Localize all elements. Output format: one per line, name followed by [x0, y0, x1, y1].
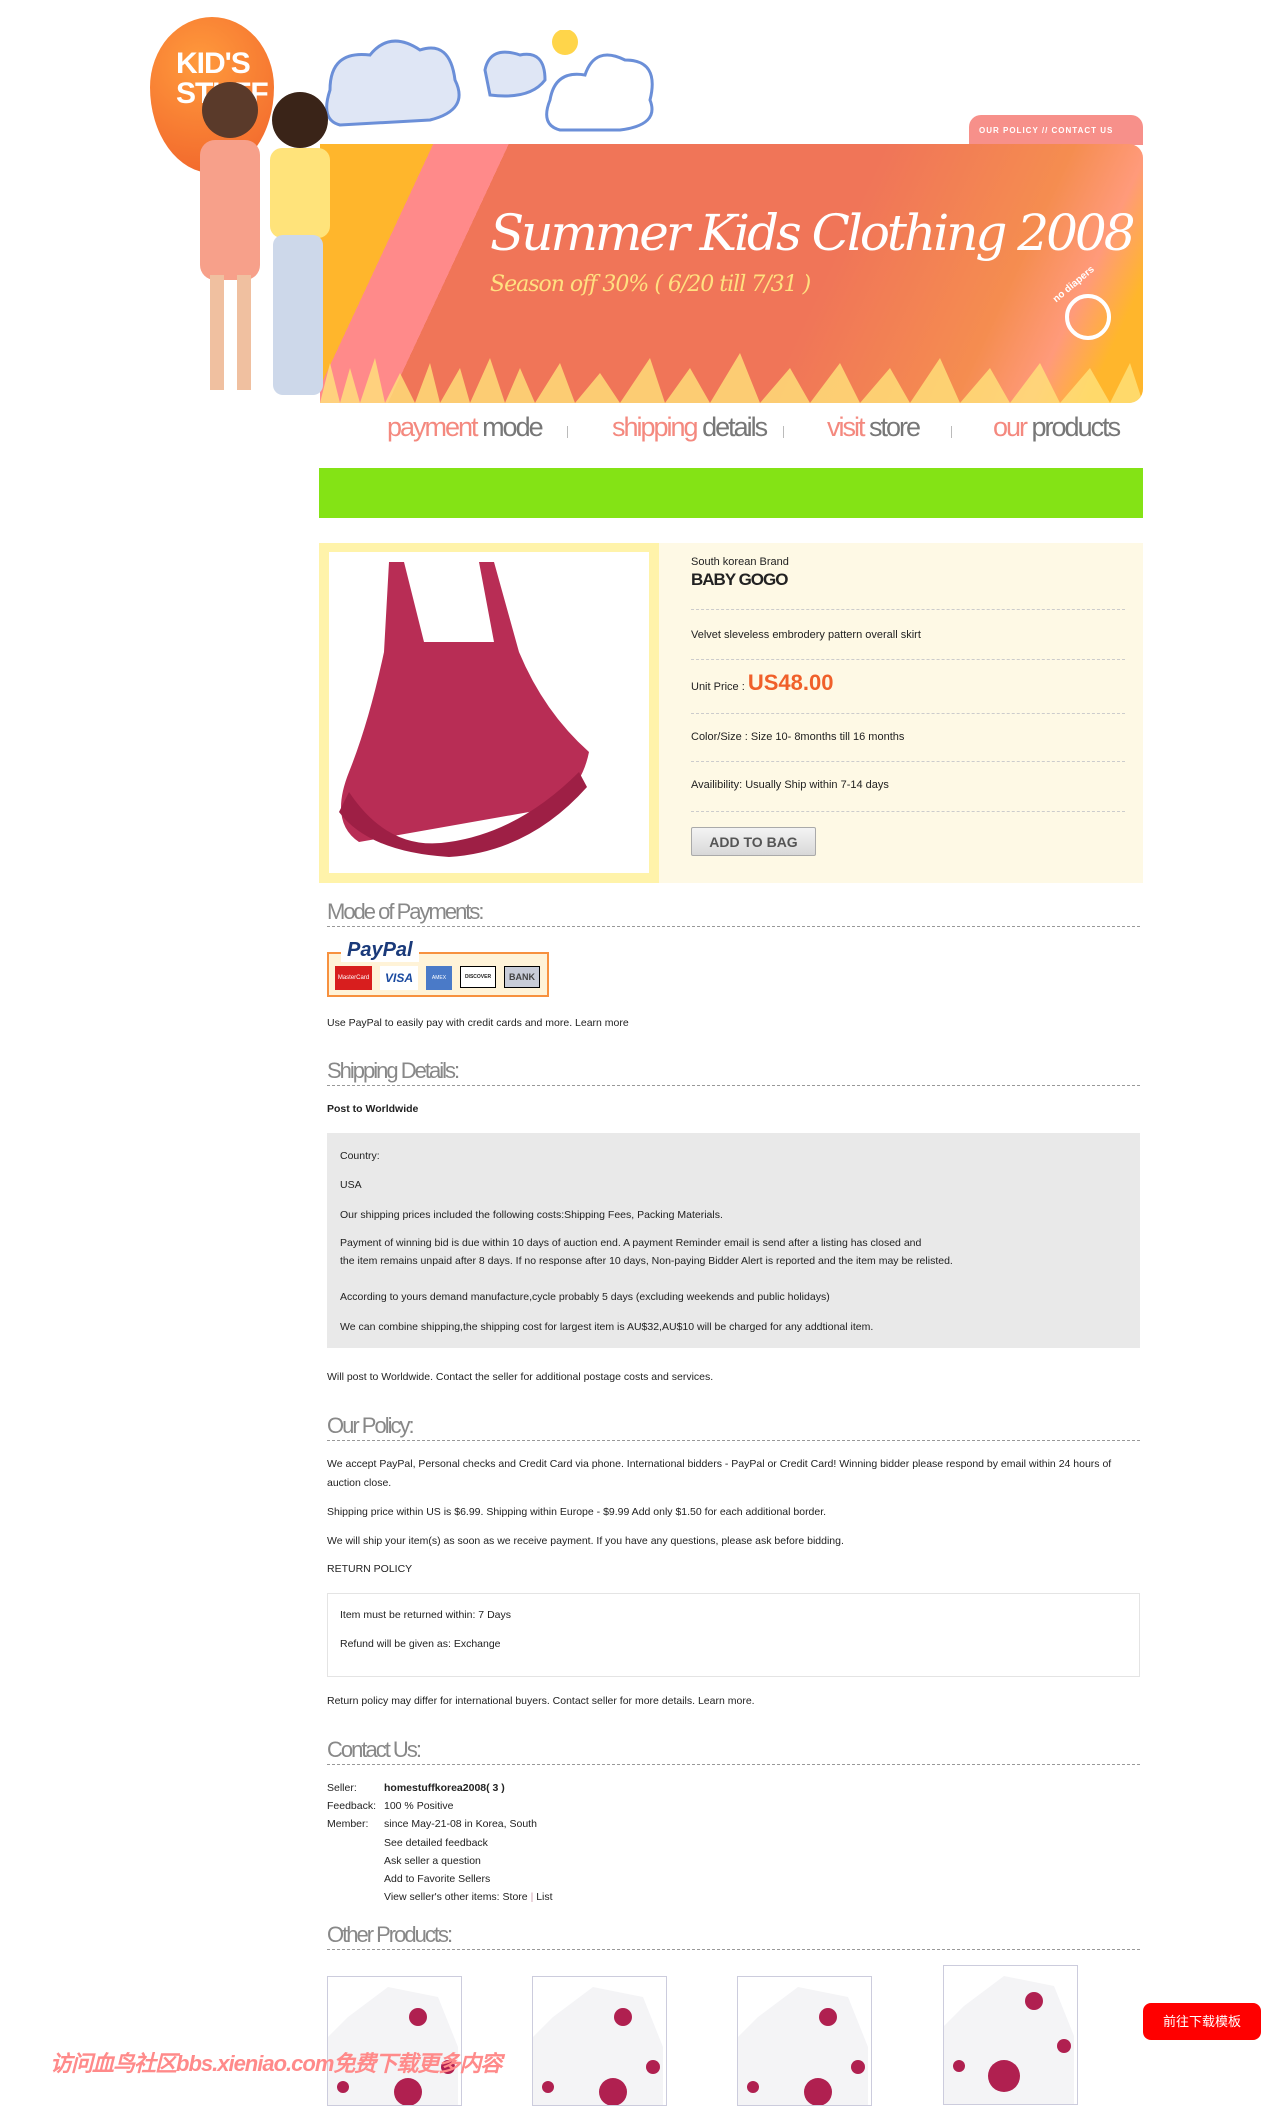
banner-subtitle: Season off 30% ( 6/20 till 7/31 ) [490, 272, 811, 297]
divider [691, 761, 1125, 762]
feedback-label: Feedback: [327, 1800, 377, 1812]
nav-accent: visit [827, 412, 865, 442]
policy-footer: Return policy may differ for internation… [327, 1695, 755, 1707]
member-value: since May-21-08 in Korea, South [384, 1818, 537, 1830]
shirt-illustration [944, 1976, 1074, 2104]
download-template-button[interactable]: 前往下载模板 [1143, 2003, 1261, 2040]
return-policy-box [327, 1593, 1140, 1677]
top-links[interactable]: OUR POLICY // CONTACT US [969, 115, 1143, 145]
link-separator: | [530, 1891, 534, 1903]
nav-payment-mode[interactable]: payment mode [387, 412, 544, 443]
nav-divider [951, 426, 952, 438]
feedback-value: 100 % Positive [384, 1800, 454, 1812]
shipping-line: Our shipping prices included the followi… [340, 1209, 723, 1221]
add-favorite-link[interactable]: Add to Favorite Sellers [384, 1873, 490, 1885]
nav-label: products [1026, 412, 1122, 442]
clouds-illustration [325, 30, 654, 132]
unit-price: US48.00 [747, 670, 834, 695]
discover-icon: DISCOVER [460, 966, 496, 988]
kids-photo [200, 82, 330, 395]
brand-label: South korean Brand [691, 556, 789, 568]
nav-divider [567, 426, 568, 438]
nav-divider [783, 426, 784, 438]
product-image [329, 552, 649, 873]
policy-line: We will ship your item(s) as soon as we … [327, 1535, 844, 1547]
grass-illustration [320, 353, 1143, 403]
paypal-logo: PayPal [341, 939, 419, 962]
no-diapers-badge-icon [1065, 294, 1111, 340]
member-label: Member: [327, 1818, 369, 1830]
nav-visit-store[interactable]: visit store [827, 412, 921, 443]
visa-icon: VISA [380, 966, 418, 990]
list-link[interactable]: List [536, 1891, 552, 1903]
other-items-label: View seller's other items: [384, 1891, 500, 1903]
nav-accent: our [993, 412, 1028, 442]
shipping-line: Payment of winning bid is due within 10 … [340, 1237, 922, 1249]
nav-label: mode [476, 412, 544, 442]
return-policy-heading: RETURN POLICY [327, 1563, 413, 1575]
nav-accent: shipping [612, 412, 699, 442]
store-link[interactable]: Store [503, 1891, 528, 1903]
seller-name[interactable]: homestuffkorea2008( 3 ) [384, 1782, 505, 1794]
shipping-heading: Shipping Details: [327, 1059, 1140, 1086]
nav-label: details [696, 412, 768, 442]
policy-line: We accept PayPal, Personal checks and Cr… [327, 1458, 1112, 1470]
return-line: Item must be returned within: 7 Days [340, 1609, 511, 1621]
nav-accent: payment [387, 412, 479, 442]
shipping-line: According to yours demand manufacture,cy… [340, 1291, 830, 1303]
bank-icon: BANK [504, 966, 540, 988]
ask-seller-link[interactable]: Ask seller a question [384, 1855, 481, 1867]
dress-illustration [339, 562, 589, 857]
banner-title: Summer Kids Clothing 2008 [490, 204, 1136, 262]
divider [691, 609, 1125, 610]
policy-line: Shipping price within US is $6.99. Shipp… [327, 1506, 827, 1518]
brand-name: BABY GOGO [691, 570, 788, 589]
return-line: Refund will be given as: Exchange [340, 1638, 501, 1650]
color-size: Color/Size : Size 10- 8months till 16 mo… [691, 731, 905, 743]
policy-heading: Our Policy: [327, 1414, 1140, 1441]
seller-label: Seller: [327, 1782, 357, 1794]
add-to-bag-button[interactable]: ADD TO BAG [691, 827, 816, 856]
divider [691, 659, 1125, 660]
availability: Availibility: Usually Ship within 7-14 d… [691, 779, 889, 791]
policy-line: auction close. [327, 1477, 392, 1489]
divider [691, 713, 1125, 714]
mastercard-icon: MasterCard [335, 966, 372, 990]
shipping-line: We can combine shipping,the shipping cos… [340, 1321, 874, 1333]
amex-icon: AMEX [426, 966, 452, 990]
payments-heading: Mode of Payments: [327, 900, 1140, 927]
other-products-heading: Other Products: [327, 1923, 1140, 1950]
price-label: Unit Price : [691, 681, 745, 693]
paypal-badge[interactable]: PayPal MasterCard VISA AMEX DISCOVER BAN… [327, 939, 549, 997]
shipping-line: the item remains unpaid after 8 days. If… [340, 1255, 953, 1267]
divider [691, 811, 1125, 812]
paypal-text: Use PayPal to easily pay with credit car… [327, 1017, 629, 1029]
shipping-line: USA [340, 1179, 362, 1191]
watermark: 访问血鸟社区bbs.xieniao.com免费下载更多内容 [50, 2051, 502, 2076]
contact-heading: Contact Us: [327, 1738, 1140, 1765]
nav-shipping-details[interactable]: shipping details [612, 412, 768, 443]
shipping-footer: Will post to Worldwide. Contact the sell… [327, 1371, 714, 1383]
shipping-line: Country: [340, 1150, 380, 1162]
product-thumbnail[interactable] [943, 1965, 1078, 2105]
hero-banner: Summer Kids Clothing 2008 Season off 30%… [320, 144, 1143, 403]
product-description: Velvet sleveless embrodery pattern overa… [691, 629, 921, 641]
green-divider-bar [319, 468, 1143, 518]
nav-our-products[interactable]: our products [993, 412, 1122, 443]
post-worldwide: Post to Worldwide [327, 1103, 419, 1115]
nav-label: store [863, 412, 921, 442]
see-feedback-link[interactable]: See detailed feedback [384, 1837, 488, 1849]
